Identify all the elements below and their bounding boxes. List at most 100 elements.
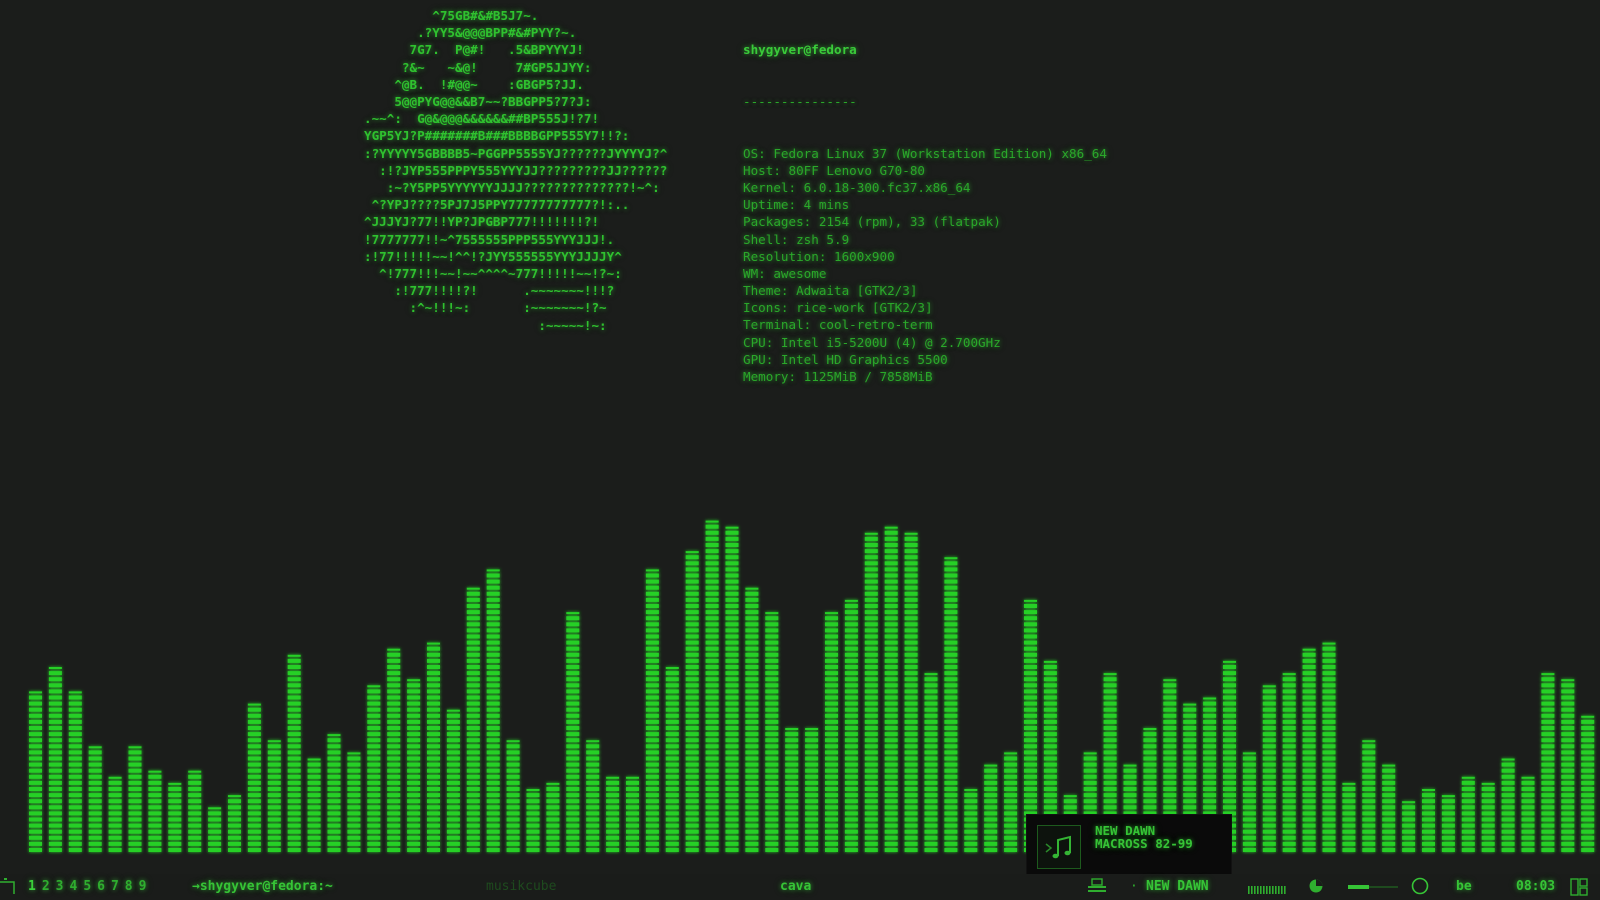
keyboard-layout[interactable]: be	[1456, 879, 1472, 894]
visualizer-segment	[1302, 652, 1316, 657]
visualizer-segment	[765, 738, 779, 743]
visualizer-segment	[1302, 750, 1316, 755]
visualizer-peak	[1223, 660, 1236, 663]
workspace-tag-7[interactable]: 7	[111, 879, 119, 894]
visualizer-segment	[327, 756, 341, 761]
visualizer-segment	[526, 848, 540, 852]
visualizer-segment	[1004, 848, 1018, 852]
visualizer-segment	[148, 787, 162, 791]
visualizer-segment	[1262, 744, 1276, 749]
volume-slider[interactable]	[1348, 884, 1398, 890]
task-musikcube[interactable]: musikcube	[486, 879, 556, 894]
workspace-tag-6[interactable]: 6	[97, 879, 105, 894]
visualizer-segment	[1302, 762, 1316, 767]
fedora-ascii-logo: ^75GB#&#B5J7~. .?YY5&@@@BPP#&#PYY?~. 7G7…	[364, 8, 668, 333]
visualizer-segment	[387, 841, 401, 846]
workspace-tag-8[interactable]: 8	[125, 879, 133, 894]
visualizer-segment	[586, 829, 600, 834]
visualizer-segment	[904, 848, 918, 852]
visualizer-segment	[606, 811, 620, 816]
visualizer-peak	[228, 795, 241, 798]
visualizer-segment	[387, 780, 401, 785]
info-key: Theme	[743, 283, 781, 299]
visualizer-segment	[884, 744, 898, 749]
visualizer-segment	[1322, 805, 1336, 810]
visualizer-segment	[29, 787, 42, 791]
workspace-tag-1[interactable]: 1	[28, 879, 36, 894]
statusbar-track[interactable]: NEW DAWN	[1146, 879, 1209, 894]
visualizer-segment	[1262, 695, 1276, 700]
visualizer-segment	[427, 793, 440, 798]
visualizer-segment	[1163, 762, 1177, 767]
visualizer-segment	[765, 750, 779, 755]
visualizer-bar	[29, 691, 42, 852]
visualizer-segment	[944, 848, 958, 852]
visualizer-segment	[1123, 787, 1137, 791]
visualizer-segment	[725, 787, 739, 791]
visualizer-segment	[785, 793, 799, 798]
now-playing-notification[interactable]: NEW DAWN MACROSS 82-99	[1026, 814, 1232, 878]
visualizer-segment	[427, 732, 440, 737]
visualizer-segment	[904, 768, 918, 773]
visualizer-segment	[864, 536, 878, 541]
visualizer-segment	[446, 848, 460, 852]
visualizer-segment	[685, 707, 699, 712]
visualizer-segment	[765, 634, 779, 639]
visualizer-segment	[1382, 799, 1396, 804]
visualizer-bar	[964, 789, 978, 852]
visualizer-segment	[1163, 774, 1177, 779]
visualizer-segment	[486, 799, 500, 804]
visualizer-segment	[566, 665, 580, 669]
visualizer-segment	[1123, 799, 1137, 804]
workspace-tag-3[interactable]: 3	[56, 879, 64, 894]
visualizer-segment	[1461, 817, 1475, 822]
visualizer-segment	[566, 750, 580, 755]
visualizer-segment	[367, 719, 381, 724]
visualizer-segment	[884, 695, 898, 700]
power-circle-icon[interactable]	[1410, 876, 1430, 896]
workspace-tag-2[interactable]: 2	[42, 879, 50, 894]
visualizer-segment	[864, 780, 878, 785]
visualizer-segment	[964, 841, 978, 846]
visualizer-segment	[1163, 756, 1177, 761]
tile-layout-icon[interactable]	[1570, 878, 1588, 896]
visualizer-segment	[765, 793, 779, 798]
task-cava[interactable]: cava	[780, 879, 811, 894]
visualizer-segment	[1481, 829, 1495, 834]
visualizer-segment	[1103, 677, 1117, 682]
player-icon[interactable]	[1086, 878, 1108, 894]
pie-chart-icon[interactable]	[1308, 878, 1324, 894]
visualizer-segment	[1223, 793, 1236, 798]
visualizer-segment	[68, 829, 82, 834]
workspace-tag-9[interactable]: 9	[139, 879, 147, 894]
clock[interactable]: 08:03	[1516, 879, 1555, 894]
visualizer-bar	[327, 734, 341, 852]
visualizer-segment	[685, 835, 699, 840]
visualizer-segment	[446, 768, 460, 773]
visualizer-segment	[745, 799, 759, 804]
visualizer-segment	[665, 732, 679, 737]
visualizer-segment	[844, 701, 858, 706]
visualizer-segment	[1163, 750, 1177, 755]
visualizer-segment	[665, 811, 679, 816]
visualizer-segment	[904, 597, 918, 602]
visualizer-segment	[984, 848, 998, 852]
visualizer-segment	[1362, 756, 1376, 761]
visualizer-segment	[1461, 835, 1475, 840]
workspace-tag-4[interactable]: 4	[69, 879, 77, 894]
visualizer-segment	[944, 561, 958, 566]
visualizer-segment	[407, 750, 421, 755]
visualizer-segment	[765, 646, 779, 651]
visualizer-bar	[1362, 740, 1376, 852]
visualizer-segment	[864, 713, 878, 718]
visualizer-segment	[745, 701, 759, 706]
visualizer-segment	[188, 774, 202, 779]
visualizer-segment	[964, 829, 978, 834]
workspace-tag-5[interactable]: 5	[83, 879, 91, 894]
active-window-title[interactable]: →shygyver@fedora:~	[192, 879, 333, 894]
layout-icon[interactable]	[0, 878, 18, 896]
visualizer-segment	[1242, 756, 1256, 761]
visualizer-segment	[1362, 793, 1376, 798]
visualizer-segment	[68, 762, 82, 767]
visualizer-bar	[1561, 679, 1575, 852]
